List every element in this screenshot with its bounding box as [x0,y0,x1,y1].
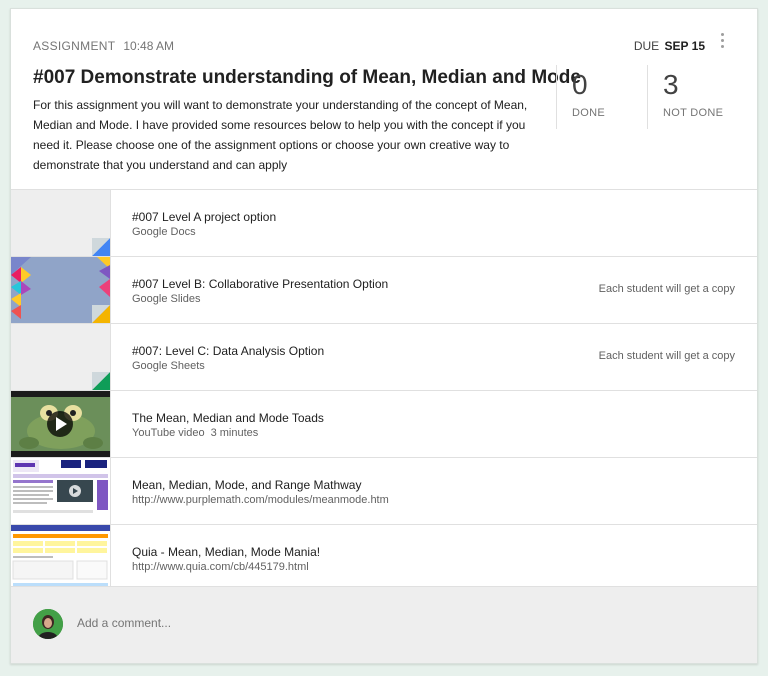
attachment-sheets[interactable]: #007: Level C: Data Analysis Option Goog… [11,324,757,391]
more-options-icon[interactable] [719,33,725,53]
assignment-title: #007 Demonstrate understanding of Mean, … [33,67,581,88]
attachment-thumbnail [11,324,111,390]
assignment-header: ASSIGNMENT 10:48 AM DUE SEP 15 #007 Demon… [11,9,757,190]
google-sheets-icon [11,324,110,390]
comment-bar [11,586,757,663]
assignment-card: ASSIGNMENT 10:48 AM DUE SEP 15 #007 Demon… [10,8,758,664]
attachment-docs[interactable]: #007 Level A project option Google Docs [11,190,757,257]
attachment-youtube[interactable]: The Mean, Median and Mode Toads YouTube … [11,391,757,458]
webpage-preview-image [11,525,110,591]
avatar [33,609,63,639]
not-done-count-label: NOT DONE [663,107,724,119]
webpage-thumbnail [11,525,111,591]
due-date: DUE SEP 15 [634,39,705,53]
attachment-title[interactable]: The Mean, Median and Mode Toads [132,411,324,425]
attachment-title[interactable]: #007 Level B: Collaborative Presentation… [132,277,388,291]
attachment-title[interactable]: #007 Level A project option [132,210,276,224]
post-time: 10:48 AM [123,39,175,53]
attachment-type: Google Sheets [132,360,205,372]
assignment-description: For this assignment you will want to dem… [33,98,528,172]
attachment-title[interactable]: Quia - Mean, Median, Mode Mania! [132,545,320,559]
play-icon[interactable] [11,391,110,457]
attachment-type: Google Slides [132,293,201,305]
attachment-url[interactable]: http://www.purplemath.com/modules/meanmo… [132,494,389,506]
attachment-slides[interactable]: #007 Level B: Collaborative Presentation… [11,257,757,324]
attachment-thumbnail [11,257,111,323]
due-date-value: SEP 15 [664,39,705,53]
webpage-preview-image [11,458,110,524]
not-done-count-value: 3 [663,69,679,100]
google-docs-icon [11,190,110,256]
comment-input[interactable] [77,616,677,630]
attachment-link-quia[interactable]: Quia - Mean, Median, Mode Mania! http://… [11,525,757,592]
not-done-count[interactable]: 3 NOT DONE [647,65,753,129]
attachment-url[interactable]: http://www.quia.com/cb/445179.html [132,561,309,573]
assignment-meta: ASSIGNMENT 10:48 AM [33,39,174,53]
video-thumbnail [11,391,111,457]
due-prefix: DUE [633,39,660,53]
attachment-type: Google Docs [132,226,196,238]
google-slides-icon [11,257,110,323]
copy-setting: Each student will get a copy [598,283,735,295]
attachment-source: YouTube video [132,427,205,439]
attachment-title[interactable]: Mean, Median, Mode, and Range Mathway [132,478,361,492]
assignment-kind-label: ASSIGNMENT [33,39,116,53]
attachment-thumbnail [11,190,111,256]
attachment-link-purplemath[interactable]: Mean, Median, Mode, and Range Mathway ht… [11,458,757,525]
attachment-title[interactable]: #007: Level C: Data Analysis Option [132,344,324,358]
webpage-thumbnail [11,458,111,524]
video-duration: 3 minutes [210,427,259,439]
copy-setting: Each student will get a copy [598,350,735,362]
submission-stats: 0 DONE 3 NOT DONE [556,65,723,129]
attachment-type: YouTube video 3 minutes [132,427,258,439]
